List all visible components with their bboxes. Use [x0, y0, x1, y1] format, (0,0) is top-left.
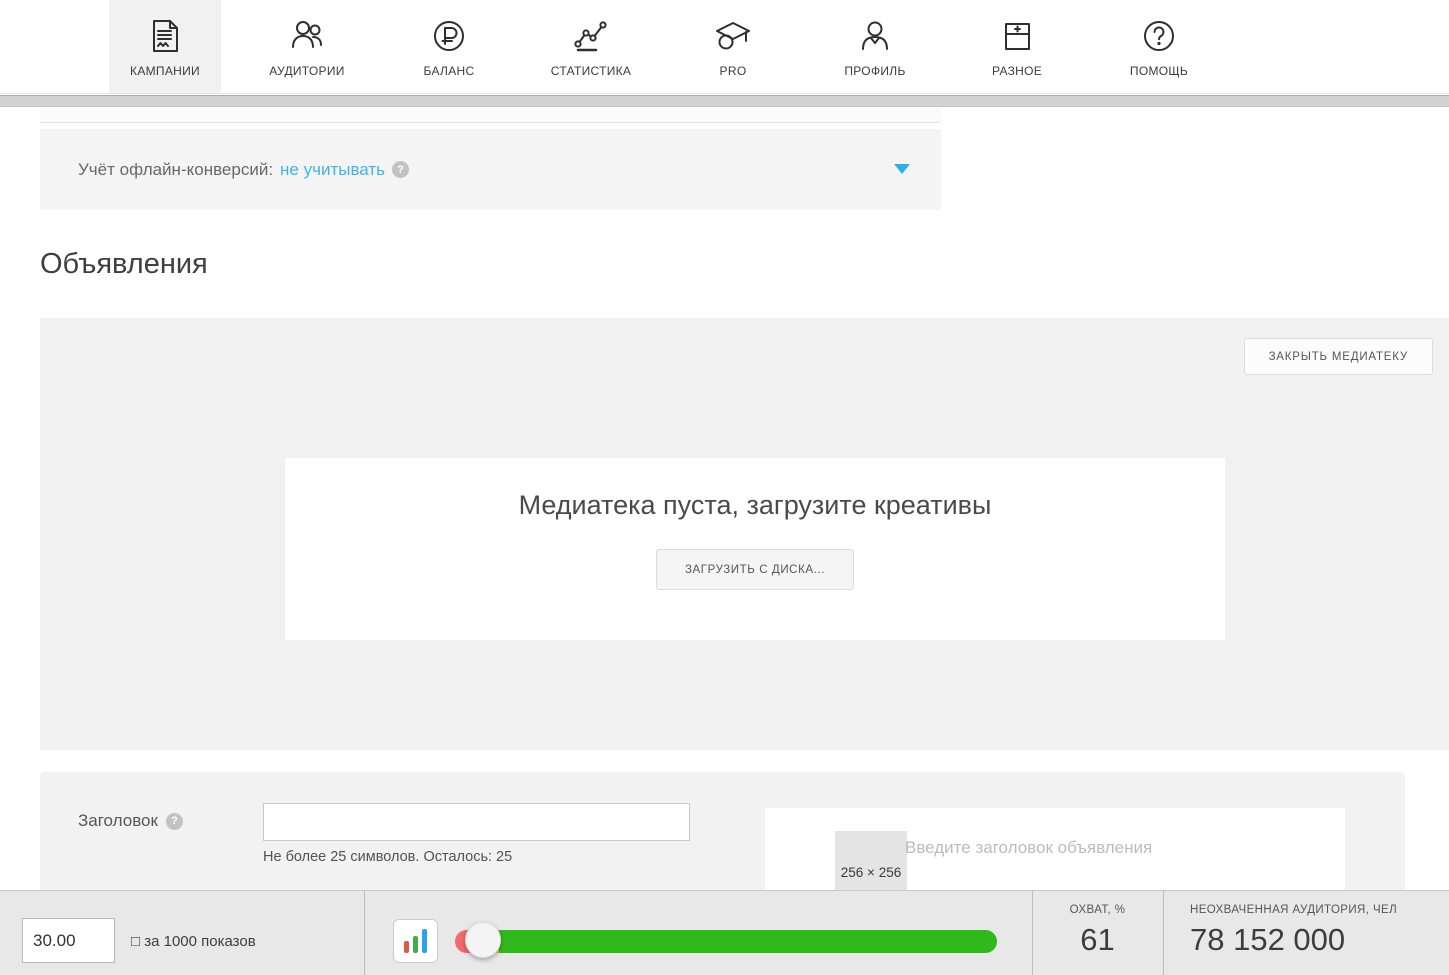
- image-size-label: 256 × 256: [821, 865, 921, 880]
- upload-from-disk-button[interactable]: ЗАГРУЗИТЬ С ДИСКА...: [656, 549, 854, 590]
- nav-item-audiences[interactable]: АУДИТОРИИ: [251, 0, 363, 93]
- reach-metric: ОХВАТ, % 61: [1032, 904, 1163, 958]
- campaigns-icon: [145, 12, 185, 60]
- nav-item-statistics[interactable]: СТАТИСТИКА: [535, 0, 647, 93]
- reach-label: ОХВАТ, %: [1032, 904, 1163, 916]
- bid-slider-handle[interactable]: [465, 922, 501, 958]
- headline-helper-text: Не более 25 символов. Осталось: 25: [263, 849, 512, 865]
- divider: [364, 891, 365, 975]
- bid-chart-button[interactable]: [393, 919, 438, 963]
- expand-chevron-down-icon[interactable]: [894, 164, 910, 174]
- divider: [1163, 891, 1164, 975]
- offline-conversions-value-link[interactable]: не учитывать: [280, 160, 385, 180]
- nav-label: ПОМОЩЬ: [1130, 64, 1188, 78]
- nav-label: КАМПАНИИ: [130, 64, 200, 78]
- unreached-audience-metric: НЕОХВАЧЕННАЯ АУДИТОРИЯ, ЧЕЛ 78 152 000: [1190, 904, 1397, 958]
- nav-item-pro[interactable]: PRO: [677, 0, 789, 93]
- bid-price-unit: □ за 1000 показов: [131, 933, 256, 950]
- bid-bottom-bar: □ за 1000 показов ОХВАТ, % 61 НЕОХВАЧЕНН…: [0, 890, 1449, 975]
- nav-label: АУДИТОРИИ: [269, 64, 344, 78]
- preview-headline-placeholder: Введите заголовок объявления: [905, 838, 1152, 858]
- headline-label: Заголовок: [78, 811, 158, 831]
- audiences-icon: [287, 12, 327, 60]
- reach-value: 61: [1032, 922, 1163, 958]
- bid-slider-track[interactable]: [455, 930, 997, 953]
- media-library-empty-text: Медиатека пуста, загрузите креативы: [285, 490, 1225, 521]
- horizontal-scrollbar[interactable]: [0, 95, 1449, 107]
- nav-item-profile[interactable]: ПРОФИЛЬ: [819, 0, 931, 93]
- nav-label: РАЗНОЕ: [992, 64, 1042, 78]
- nav-item-balance[interactable]: БАЛАНС: [393, 0, 505, 93]
- ads-section-title: Объявления: [40, 248, 208, 281]
- nav-item-campaigns[interactable]: КАМПАНИИ: [109, 0, 221, 93]
- nav-item-misc[interactable]: РАЗНОЕ: [961, 0, 1073, 93]
- nav-item-help[interactable]: ПОМОЩЬ: [1103, 0, 1215, 93]
- help-icon: [1139, 12, 1179, 60]
- balance-icon: [429, 12, 469, 60]
- pro-icon: [713, 12, 753, 60]
- nav-label: PRO: [720, 64, 747, 78]
- nav-label: БАЛАНС: [424, 64, 475, 78]
- misc-icon: [997, 12, 1037, 60]
- statistics-icon: [571, 12, 611, 60]
- bar-chart-icon: [404, 941, 409, 953]
- offline-conversions-label: Учёт офлайн-конверсий:: [78, 160, 273, 180]
- bid-price-input[interactable]: [22, 918, 115, 963]
- media-library-empty-box: Медиатека пуста, загрузите креативы ЗАГР…: [285, 458, 1225, 640]
- offline-conversions-panel: Учёт офлайн-конверсий: не учитывать ?: [40, 129, 941, 210]
- nav-label: СТАТИСТИКА: [551, 64, 631, 78]
- close-media-library-button[interactable]: ЗАКРЫТЬ МЕДИАТЕКУ: [1244, 338, 1433, 375]
- previous-section-edge: [40, 108, 941, 123]
- unreached-audience-value: 78 152 000: [1190, 922, 1397, 958]
- unreached-audience-label: НЕОХВАЧЕННАЯ АУДИТОРИЯ, ЧЕЛ: [1190, 904, 1397, 916]
- top-navigation: КАМПАНИИ АУДИТОРИИ БАЛАНС: [0, 0, 1449, 94]
- slider-green-zone: [499, 930, 997, 953]
- nav-label: ПРОФИЛЬ: [844, 64, 905, 78]
- profile-icon: [855, 12, 895, 60]
- help-circle-icon[interactable]: ?: [166, 813, 183, 830]
- help-circle-icon[interactable]: ?: [392, 161, 409, 178]
- media-library-panel: ЗАКРЫТЬ МЕДИАТЕКУ Медиатека пуста, загру…: [40, 318, 1449, 750]
- headline-input[interactable]: [263, 803, 690, 841]
